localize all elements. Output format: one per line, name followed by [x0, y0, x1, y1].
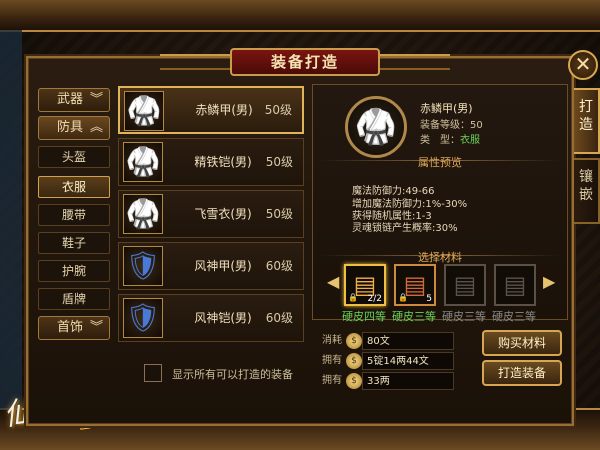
lock-icon: 🔒 — [398, 293, 408, 302]
list-item[interactable]: 🥋 赤鳞甲(男) 50级 — [118, 86, 304, 134]
materials-section-title: 选择材料 — [418, 251, 462, 264]
cost-value: 80文 — [362, 332, 454, 350]
cost-label: 拥有 — [322, 375, 342, 386]
leather-icon: ▤ — [503, 271, 527, 299]
sub-belt[interactable]: 腰带 — [38, 204, 110, 226]
material-slot[interactable]: ▤ — [444, 264, 486, 306]
cost-label: 消耗 — [322, 335, 342, 346]
material-name: 硬皮 — [392, 310, 414, 323]
material-grade: 四等 — [364, 310, 386, 323]
detail-type-label: 类 型： — [420, 135, 460, 146]
attr-line: 灵魂锁链产生概率:30% — [352, 223, 458, 234]
cost-value: 5锭14两44文 — [362, 352, 454, 370]
blue-armor-icon: 🛡 — [123, 246, 163, 286]
sub-shoes[interactable]: 鞋子 — [38, 232, 110, 254]
list-item[interactable]: 🥋 精铁铠(男) 50级 — [118, 138, 304, 186]
silver-icon: $ — [346, 353, 362, 369]
item-level: 50级 — [265, 207, 293, 221]
lock-icon: 🔒 — [348, 293, 358, 302]
list-item[interactable]: 🛡 风神甲(男) 60级 — [118, 242, 304, 290]
coin-icon: $ — [346, 333, 362, 349]
chat-strip — [0, 30, 22, 410]
gold-icon: $ — [346, 373, 362, 389]
tab-inlay-label: 镶 嵌 — [579, 169, 593, 203]
item-level: 50级 — [264, 103, 292, 117]
category-weapon-label: 武器 — [57, 92, 84, 107]
detail-item-name: 赤鳞甲(男) — [420, 102, 473, 115]
category-jewelry-label: 首饰 — [57, 320, 84, 335]
item-name: 风神甲(男) — [194, 259, 252, 273]
close-button[interactable]: ✕ — [568, 50, 598, 80]
item-name: 精铁铠(男) — [194, 155, 252, 169]
category-column: 武器 ︾ 防具 ︽ 头盔 衣服 腰带 鞋子 护腕 盾牌 首饰 ︾ — [34, 84, 114, 424]
item-name: 赤鳞甲(男) — [195, 103, 253, 117]
chevron-down-icon: ︾ — [89, 320, 103, 335]
material-count: 5 — [426, 294, 432, 304]
tab-craft-label: 打 造 — [579, 99, 593, 133]
category-weapon[interactable]: 武器 ︾ — [38, 88, 110, 112]
red-armor-icon: 🥋 — [123, 142, 163, 182]
item-list: 🥋 赤鳞甲(男) 50级 🥋 精铁铠(男) 50级 🥋 飞雪衣(男) 50级 🛡… — [118, 84, 306, 354]
dialog-title: 装备打造 — [230, 48, 380, 76]
material-slot[interactable]: ▤ 🔒 5 — [394, 264, 436, 306]
craft-button[interactable]: 打造装备 — [482, 360, 562, 386]
material-grade: 三等 — [414, 310, 436, 323]
detail-level: 装备等级：50 — [420, 120, 483, 131]
detail-type: 类 型：衣服 — [420, 131, 480, 146]
list-item[interactable]: 🛡 风神铠(男) 60级 — [118, 294, 304, 342]
sub-shield[interactable]: 盾牌 — [38, 288, 110, 310]
detail-type-value: 衣服 — [460, 135, 480, 146]
item-name: 飞雪衣(男) — [194, 207, 252, 221]
cost-owned-silver: 拥有 $ 5锭14两44文 — [322, 352, 454, 370]
sub-clothes[interactable]: 衣服 — [38, 176, 110, 198]
attr-section-title: 属性预览 — [418, 156, 462, 169]
cost-owned-gold: 拥有 $ 33两 — [322, 372, 454, 390]
item-level: 60级 — [265, 259, 293, 273]
list-item[interactable]: 🥋 飞雪衣(男) 50级 — [118, 190, 304, 238]
red-armor-icon: 🥋 — [123, 194, 163, 234]
material-grade: 三等 — [464, 310, 486, 323]
chevron-down-icon: ︾ — [89, 92, 103, 107]
blue-armor-icon: 🛡 — [123, 298, 163, 338]
item-level: 50级 — [265, 155, 293, 169]
category-jewelry[interactable]: 首饰 ︾ — [38, 316, 110, 340]
material-name: 硬皮 — [442, 310, 464, 323]
red-armor-icon: 🥋 — [124, 91, 164, 131]
sub-helmet[interactable]: 头盔 — [38, 146, 110, 168]
material-slot[interactable]: ▤ — [494, 264, 536, 306]
material-grade: 三等 — [514, 310, 536, 323]
item-name: 风神铠(男) — [194, 311, 252, 325]
material-label: 硬皮四等 — [342, 308, 386, 324]
material-label: 硬皮三等 — [442, 308, 486, 324]
arrow-left-icon[interactable]: ◀ — [327, 272, 339, 291]
chevron-up-icon: ︽ — [89, 120, 103, 135]
material-label: 硬皮三等 — [492, 308, 536, 324]
category-armor[interactable]: 防具 ︽ — [38, 116, 110, 140]
material-slot[interactable]: ▤ 🔒 2/2 — [344, 264, 386, 306]
title-ornament-left — [160, 54, 230, 70]
tab-inlay[interactable]: 镶 嵌 — [574, 158, 600, 224]
material-label: 硬皮三等 — [392, 308, 436, 324]
arrow-right-icon[interactable]: ▶ — [543, 272, 555, 291]
material-count: 2/2 — [367, 294, 382, 304]
tab-craft[interactable]: 打 造 — [574, 88, 600, 154]
cost-value: 33两 — [362, 372, 454, 390]
cost-label: 拥有 — [322, 355, 342, 366]
title-ornament-right — [380, 54, 450, 70]
sub-bracer[interactable]: 护腕 — [38, 260, 110, 282]
item-level: 60级 — [265, 311, 293, 325]
cost-consume: 消耗 $ 80文 — [322, 332, 454, 350]
leather-icon: ▤ — [453, 271, 477, 299]
buy-materials-button[interactable]: 购买材料 — [482, 330, 562, 356]
material-name: 硬皮 — [342, 310, 364, 323]
category-armor-label: 防具 — [57, 120, 84, 135]
show-all-checkbox[interactable] — [144, 364, 162, 382]
show-all-label: 显示所有可以打造的装备 — [172, 368, 293, 381]
selected-armor-icon: 🥋 — [345, 96, 407, 158]
material-name: 硬皮 — [492, 310, 514, 323]
